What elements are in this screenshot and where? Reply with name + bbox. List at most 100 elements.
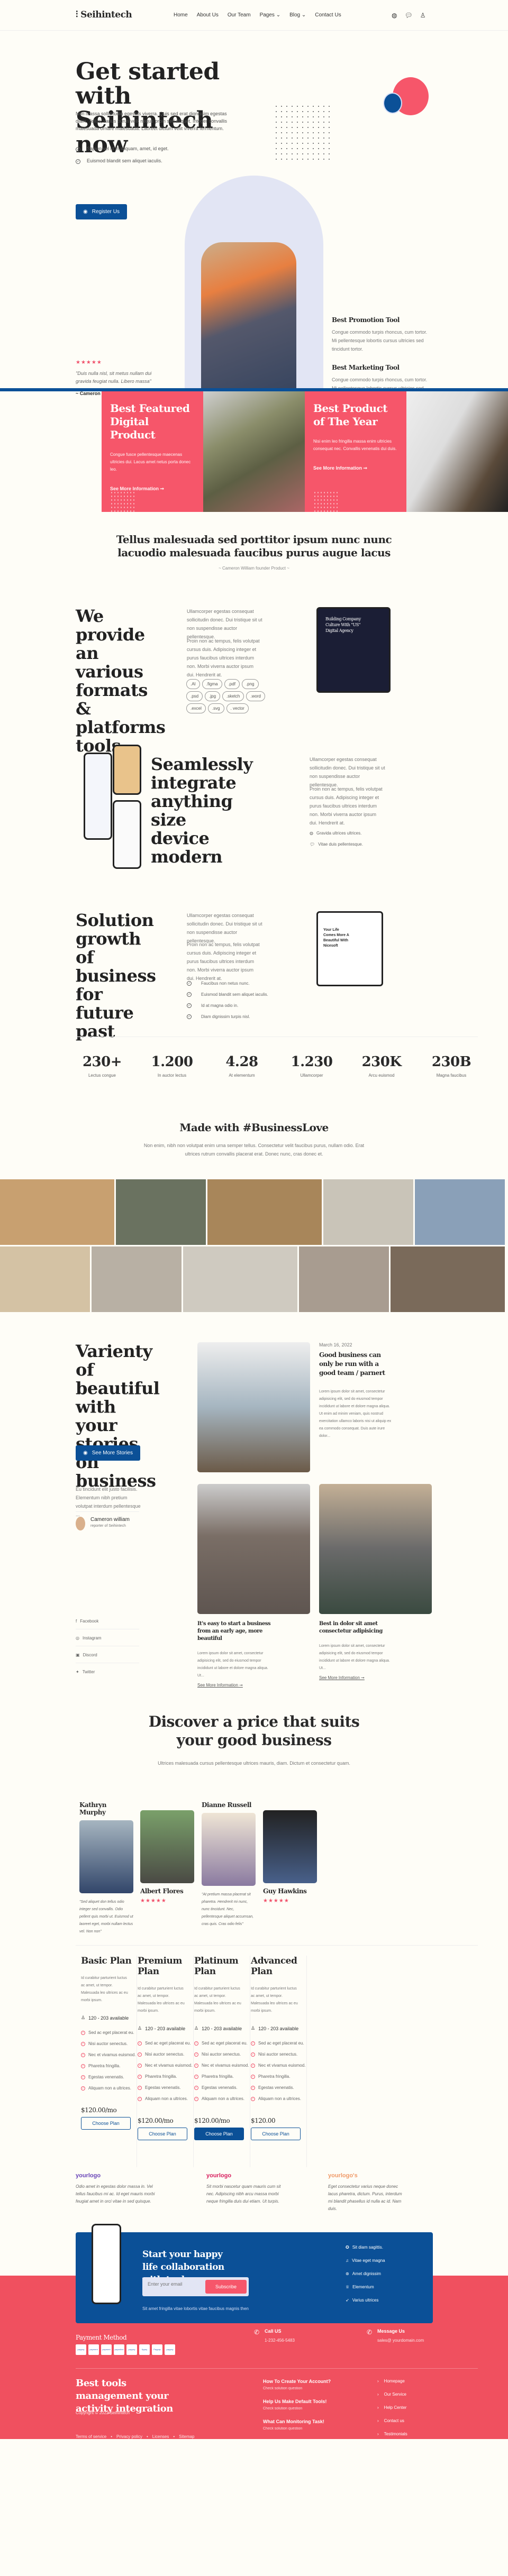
format-tag[interactable]: .png (241, 679, 259, 689)
user-icon[interactable]: ♙ (420, 12, 426, 19)
check-circle-icon: ✓ (81, 2052, 85, 2057)
choose-plan-button[interactable]: Choose Plan (251, 2128, 301, 2140)
format-tag[interactable]: .svg (207, 703, 224, 713)
check-circle-icon: ✓ (194, 2074, 198, 2079)
nav-home[interactable]: Home (174, 12, 188, 18)
plan-price: $120.00/mo (138, 2117, 174, 2124)
partner-logos: yourlogo Odio amet in egestas dolor mass… (0, 2172, 508, 2231)
payment-logo: payment (88, 2344, 99, 2355)
facebook-icon: f (76, 1619, 77, 1624)
user-icon: ♙ (138, 2025, 142, 2031)
payment-logo: flypay (139, 2344, 150, 2355)
legal-link[interactable]: Sitemap (179, 2434, 194, 2439)
choose-plan-button[interactable]: Choose Plan (194, 2128, 244, 2140)
plan-feature: ✓ Egestas venenatis. (251, 2085, 294, 2090)
check-circle-icon: ✓ (81, 2086, 85, 2091)
social-discord[interactable]: ▣ Discord (76, 1653, 139, 1663)
team-photo (263, 1810, 317, 1883)
faq-item[interactable]: How To Create Your Account? Check solutio… (263, 2379, 331, 2390)
chevron-right-icon: › (377, 2379, 379, 2384)
social-facebook[interactable]: f Facebook (76, 1619, 139, 1629)
footer-link[interactable]: › Homepage (377, 2379, 407, 2384)
pricing-section: Discover a price that suits your good bu… (0, 1707, 508, 2172)
chevron-right-icon: › (377, 2392, 379, 2397)
choose-plan-button[interactable]: Choose Plan (81, 2117, 131, 2130)
choose-plan-button[interactable]: Choose Plan (138, 2128, 187, 2140)
separator-dot: • (146, 2434, 148, 2439)
see-more-stories-button[interactable]: ◉ See More Stories (76, 1445, 140, 1461)
gallery-section: Made with #BusinessLove Non enim, nibh n… (0, 1078, 508, 1326)
check-circle-icon: ✓ (187, 992, 192, 997)
register-button[interactable]: ◉ Register Us (76, 204, 127, 219)
instagram-icon: ◎ (76, 1636, 79, 1640)
format-tag[interactable]: .psd (186, 691, 203, 701)
footer-link[interactable]: › Our Service (377, 2392, 407, 2397)
gallery-photo (323, 1179, 413, 1245)
see-more-link[interactable]: See More Information ➞ (319, 1675, 396, 1680)
footer-links: › Homepage › Our Service › Help Center › Contac… (377, 2379, 407, 2445)
nav-contact[interactable]: Contact Us (315, 12, 341, 18)
see-more-link[interactable]: See More Information ➞ (313, 464, 398, 472)
legal-link[interactable]: Terms of service (76, 2434, 106, 2439)
gallery-photo (0, 1179, 114, 1245)
email-subscribe-form: Subscribe (142, 2277, 249, 2296)
footer-link[interactable]: › Testimonials (377, 2432, 407, 2436)
dot-pattern (313, 491, 340, 512)
footer-link[interactable]: › Help Center (377, 2405, 407, 2410)
format-tag[interactable]: . vector (226, 703, 249, 713)
legal-link[interactable]: Licenses (152, 2434, 169, 2439)
mic-icon: ♫ (346, 2258, 349, 2263)
partner-logo: yourlogo (76, 2172, 101, 2179)
globe-icon[interactable]: ◍ (392, 12, 397, 19)
check-circle-icon: ✓ (76, 147, 80, 152)
check-circle-icon: ✓ (251, 2063, 255, 2068)
see-more-link[interactable]: See More Information ➞ (197, 1683, 274, 1688)
nav-blog[interactable]: Blog ⌄ (289, 12, 306, 18)
chat-icon[interactable]: 💬︎ (404, 12, 412, 19)
format-tag[interactable]: .figma (202, 679, 222, 689)
subscribe-button[interactable]: Subscribe (205, 2280, 247, 2294)
q-icon: ◉ (83, 1450, 88, 1456)
feature-promotion: Best Promotion Tool Congue commodo turpi… (332, 316, 428, 352)
nav-team[interactable]: Our Team (228, 12, 251, 18)
check-circle-icon: ✓ (187, 1003, 192, 1008)
faq-item[interactable]: Help Us Make Default Tools! Check solutio… (263, 2399, 331, 2410)
plan-feature: ✓ Aliquam non a ultrices. (138, 2096, 188, 2101)
story-image[interactable] (319, 1484, 432, 1614)
social-instagram[interactable]: ◎ Instagram (76, 1636, 139, 1646)
format-tag[interactable]: .word (246, 691, 265, 701)
stat-item: 1.230 Ullamcorper (291, 1054, 333, 1078)
q-icon: ◉ (83, 209, 88, 215)
logo[interactable]: ⫶ Seihintech (76, 10, 132, 20)
format-tag[interactable]: .pdf (224, 679, 240, 689)
separator-dot: • (173, 2434, 175, 2439)
legal-link[interactable]: Privacy policy (116, 2434, 142, 2439)
format-tag[interactable]: .AI (186, 679, 200, 689)
plan-name: Advanced Plan (251, 1956, 297, 1977)
plan-feature: ✓ Pharetra fringilla. (251, 2074, 291, 2079)
footer-link[interactable]: › Contact us (377, 2418, 407, 2423)
plan-name: Premium Plan (138, 1956, 182, 1977)
plan-feature: ✓ Aliquam non a ultrices. (194, 2096, 244, 2101)
story-image[interactable] (197, 1484, 310, 1614)
integrate-section: Seamlessly integrate anything size devic… (0, 745, 508, 898)
story-card: Best in dolor sit amet consectetur adipi… (319, 1620, 396, 1680)
nav-pages[interactable]: Pages ⌄ (260, 12, 281, 18)
social-twitter[interactable]: ✦ Twitter (76, 1670, 139, 1674)
plan-feature: ✓ Nec et vivamus euismod. (81, 2052, 136, 2057)
check-circle-icon: ✓ (81, 2064, 85, 2068)
hero-lead: Non massa sollicitudin egestas viverra. … (76, 111, 227, 131)
format-tag[interactable]: .sketch (222, 691, 244, 701)
check-circle-icon: ✓ (194, 2085, 198, 2090)
email-input[interactable] (148, 2281, 201, 2287)
nav-about[interactable]: About Us (197, 12, 219, 18)
faq-item[interactable]: What Can Monitoring Task! Check solution … (263, 2419, 331, 2431)
partner-logo: yourlogo's (328, 2172, 358, 2179)
format-tag[interactable]: .jpg (205, 691, 221, 701)
growth-section: Solution growth of business for future p… (0, 898, 508, 1078)
format-tag[interactable]: .excel (186, 703, 206, 713)
featured-story-image[interactable] (197, 1342, 310, 1472)
rating-stars: ★★★★★ (263, 1898, 289, 1904)
decor-circle-blue (383, 93, 402, 114)
payment-logo: payment (101, 2344, 112, 2355)
